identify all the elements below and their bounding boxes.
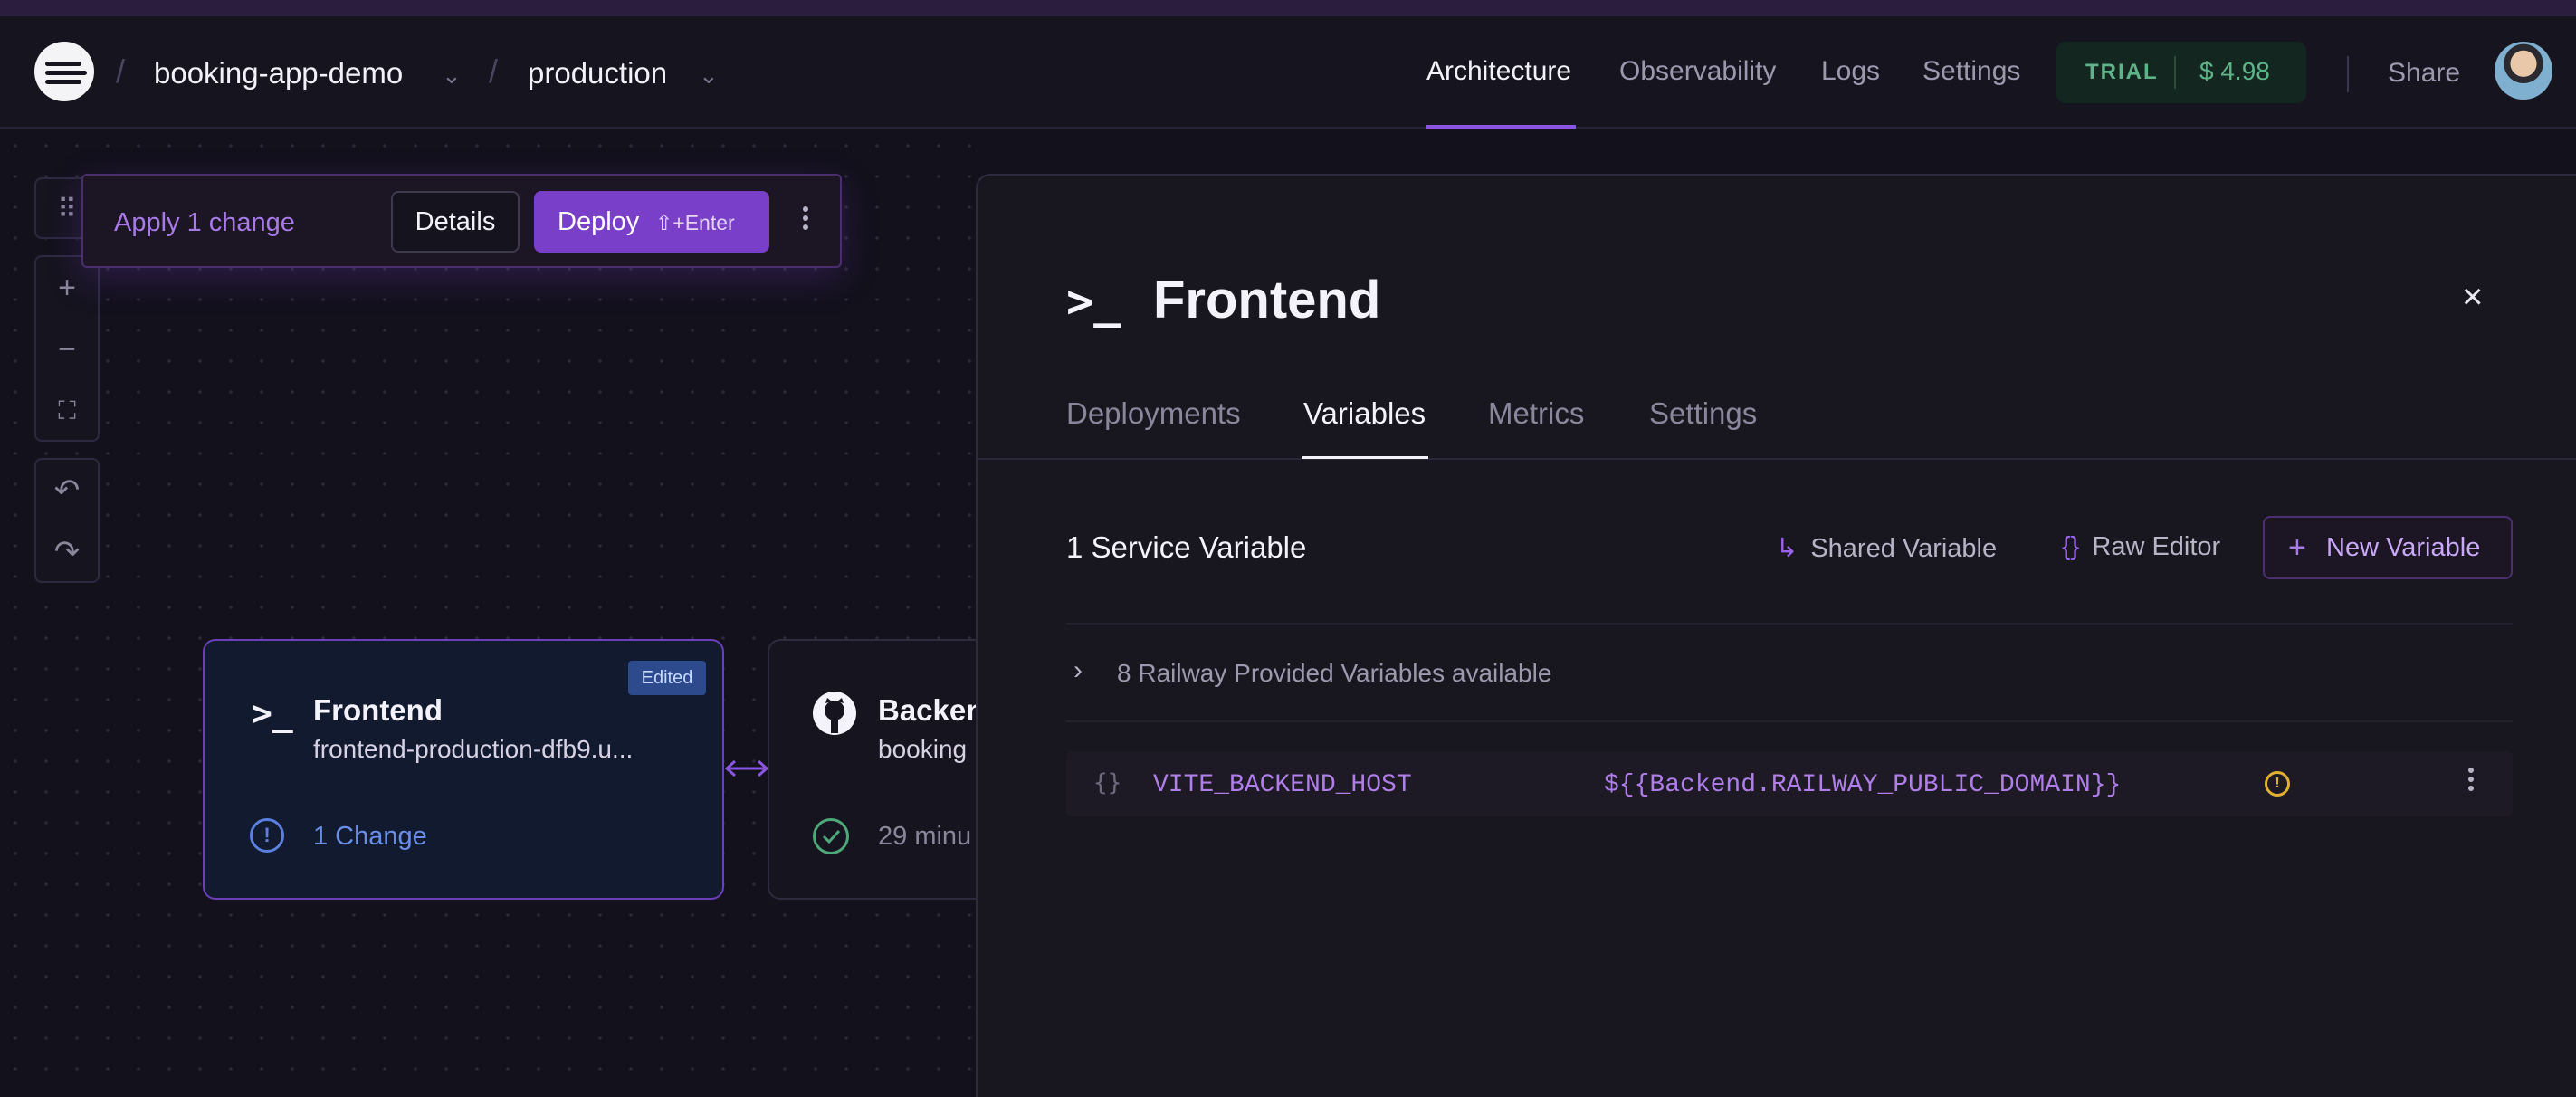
raw-editor-button[interactable]: {} Raw Editor: [2062, 532, 2220, 562]
service-card-backend[interactable]: Backen booking 29 minu: [768, 639, 978, 900]
nav-settings[interactable]: Settings: [1922, 56, 2020, 87]
top-accent-strip: [0, 0, 2576, 16]
divider: [1066, 720, 2513, 722]
new-variable-label: New Variable: [2326, 532, 2481, 562]
avatar[interactable]: [2495, 42, 2552, 100]
service-title: Backen: [878, 693, 978, 727]
chevron-down-icon[interactable]: ⌄: [699, 62, 719, 90]
kebab-menu-icon[interactable]: [2460, 764, 2482, 804]
nav-architecture[interactable]: Architecture: [1426, 56, 1571, 87]
edited-badge: Edited: [628, 661, 706, 695]
variable-row[interactable]: {} VITE_BACKEND_HOST ${{Backend.RAILWAY_…: [1066, 751, 2513, 816]
kebab-menu-icon[interactable]: [795, 203, 816, 243]
tab-variables[interactable]: Variables: [1303, 396, 1426, 431]
railway-provided-variables-toggle[interactable]: 8 Railway Provided Variables available: [1117, 659, 1551, 688]
braces-icon: {}: [2062, 532, 2080, 561]
service-variable-count: 1 Service Variable: [1066, 530, 1307, 564]
fit-view-icon[interactable]: ⛶: [36, 380, 98, 442]
staged-changes-bar: Apply 1 change Details Deploy ⇧+Enter: [81, 174, 842, 268]
deploy-label: Deploy: [558, 207, 640, 236]
deploy-status: 29 minu: [878, 822, 972, 851]
chevron-down-icon[interactable]: ⌄: [442, 62, 462, 90]
nav-observability[interactable]: Observability: [1619, 56, 1776, 87]
apply-changes-text[interactable]: Apply 1 change: [114, 208, 295, 238]
shared-variable-icon: ↳: [1776, 534, 1798, 563]
raw-editor-label: Raw Editor: [2092, 532, 2221, 561]
change-count: 1 Change: [313, 822, 427, 851]
variable-name[interactable]: VITE_BACKEND_HOST: [1153, 771, 1412, 799]
service-detail-panel: >_ Frontend × Deployments Variables Metr…: [976, 174, 2576, 1097]
history-tool-group: ↶ ↷: [34, 458, 100, 583]
railway-logo-icon[interactable]: [34, 42, 94, 101]
warning-icon[interactable]: !: [2265, 771, 2290, 797]
architecture-canvas[interactable]: [0, 130, 978, 1097]
tab-settings[interactable]: Settings: [1649, 396, 1757, 431]
tab-deployments[interactable]: Deployments: [1066, 396, 1241, 431]
service-domain: frontend-production-dfb9.u...: [313, 735, 634, 763]
braces-icon: {}: [1093, 769, 1122, 797]
close-icon[interactable]: ×: [2462, 277, 2483, 318]
breadcrumb-separator: /: [116, 52, 126, 90]
share-button[interactable]: Share: [2388, 58, 2460, 89]
active-tab-indicator: [1302, 456, 1428, 459]
breadcrumb-separator: /: [489, 52, 499, 90]
environment-selector[interactable]: production: [528, 56, 667, 91]
tabs-divider: [978, 458, 2576, 460]
service-connection-arrow-icon: [724, 759, 769, 777]
info-circle-icon: !: [250, 818, 284, 853]
new-variable-button[interactable]: + New Variable: [2263, 516, 2513, 579]
service-card-frontend[interactable]: >_ Edited Frontend frontend-production-d…: [203, 639, 724, 900]
zoom-out-icon[interactable]: −: [36, 319, 98, 380]
trial-badge[interactable]: TRIAL $ 4.98: [2056, 42, 2306, 103]
plus-icon: +: [2288, 530, 2306, 565]
trial-balance: $ 4.98: [2199, 57, 2270, 85]
shared-variable-label: Shared Variable: [1810, 534, 1998, 563]
active-nav-indicator: [1426, 125, 1576, 129]
service-title: Frontend: [313, 693, 443, 727]
chevron-right-icon[interactable]: ›: [1073, 655, 1083, 686]
deploy-shortcut: ⇧+Enter: [655, 211, 735, 234]
top-header: / booking-app-demo ⌄ / production ⌄ Arch…: [0, 16, 2576, 129]
divider: [1066, 623, 2513, 625]
header-divider: [2347, 56, 2349, 92]
terminal-icon: >_: [252, 693, 293, 733]
deploy-button[interactable]: Deploy ⇧+Enter: [534, 191, 769, 253]
service-repo: booking: [878, 735, 968, 763]
undo-icon[interactable]: ↶: [36, 460, 98, 521]
shared-variable-button[interactable]: ↳ Shared Variable: [1776, 532, 1997, 564]
trial-label: TRIAL: [2085, 60, 2159, 84]
trial-divider: [2174, 56, 2176, 89]
nav-logs[interactable]: Logs: [1821, 56, 1880, 87]
variable-value[interactable]: ${{Backend.RAILWAY_PUBLIC_DOMAIN}}: [1604, 771, 2121, 799]
terminal-icon: >_: [1066, 275, 1121, 328]
panel-title: Frontend: [1153, 271, 1381, 329]
details-button[interactable]: Details: [391, 191, 520, 253]
check-circle-icon: [813, 818, 849, 854]
project-selector[interactable]: booking-app-demo: [154, 56, 403, 91]
github-icon: [813, 692, 856, 735]
zoom-tool-group: + − ⛶: [34, 255, 100, 442]
tab-metrics[interactable]: Metrics: [1488, 396, 1584, 431]
redo-icon[interactable]: ↷: [36, 521, 98, 583]
